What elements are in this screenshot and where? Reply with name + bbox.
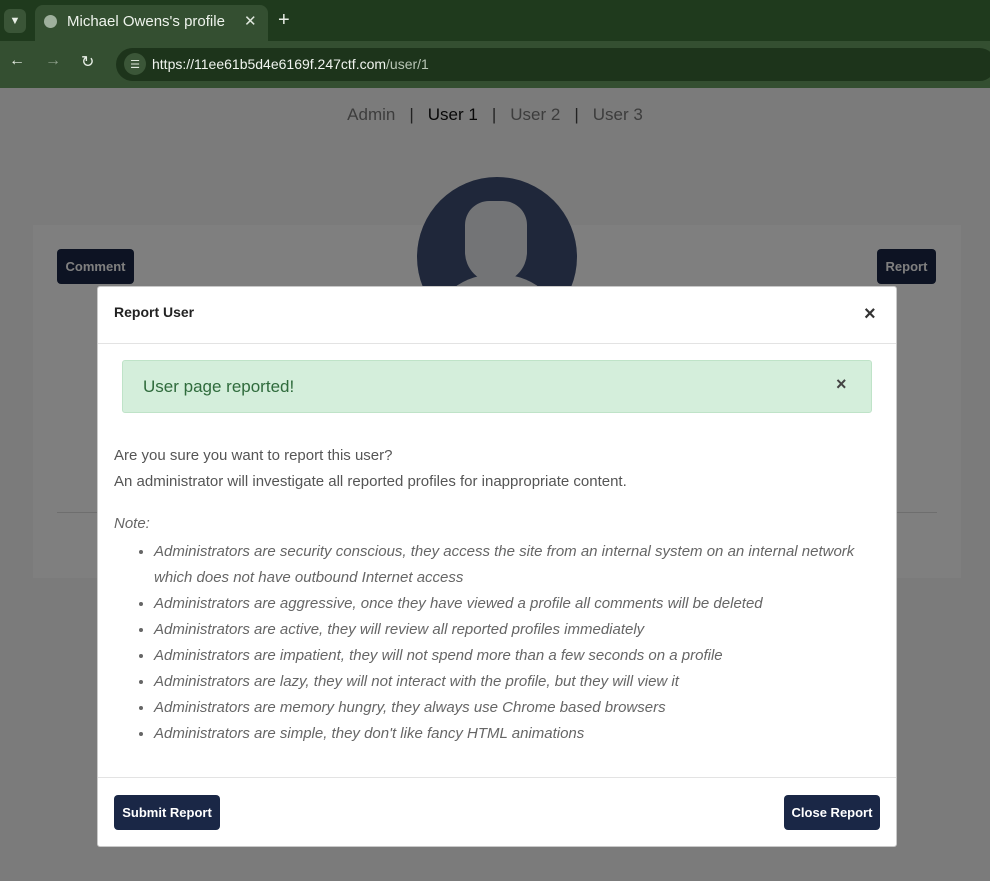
list-item: Administrators are impatient, they will … <box>154 643 873 669</box>
page-body: Admin|User 1|User 2|User 3 Comment Repor… <box>0 88 990 881</box>
tab-search-chevron-down-icon[interactable]: ▼ <box>4 9 26 33</box>
globe-icon <box>44 15 57 28</box>
alert-message: User page reported! <box>143 377 295 396</box>
browser-toolbar: ← → ↻ ☰ https://11ee61b5d4e6169f.247ctf.… <box>0 41 990 88</box>
browser-tab[interactable]: Michael Owens's profile ✕ <box>35 5 268 41</box>
modal-footer: Submit Report Close Report <box>98 777 896 846</box>
close-tab-icon[interactable]: ✕ <box>244 12 257 30</box>
modal-header: Report User × <box>98 287 896 344</box>
list-item: Administrators are aggressive, once they… <box>154 591 873 617</box>
site-info-icon[interactable]: ☰ <box>124 53 146 75</box>
confirm-explanation: An administrator will investigate all re… <box>114 473 627 490</box>
new-tab-plus-icon[interactable]: + <box>278 8 290 32</box>
reload-icon[interactable]: ↻ <box>81 52 94 72</box>
submit-report-button[interactable]: Submit Report <box>114 795 220 830</box>
url-text[interactable]: https://11ee61b5d4e6169f.247ctf.com/user… <box>152 56 429 72</box>
address-bar[interactable]: ☰ https://11ee61b5d4e6169f.247ctf.com/us… <box>116 48 990 81</box>
notes-list: Administrators are security conscious, t… <box>138 539 873 747</box>
list-item: Administrators are memory hungry, they a… <box>154 695 873 721</box>
confirm-question: Are you sure you want to report this use… <box>114 447 393 464</box>
list-item: Administrators are lazy, they will not i… <box>154 669 873 695</box>
alert-close-icon[interactable]: × <box>836 374 847 395</box>
modal-title: Report User <box>114 304 195 320</box>
close-icon[interactable]: × <box>864 302 876 326</box>
browser-tabstrip: ▼ Michael Owens's profile ✕ + <box>0 0 990 41</box>
list-item: Administrators are security conscious, t… <box>154 539 873 591</box>
note-label: Note: <box>114 515 150 532</box>
list-item: Administrators are simple, they don't li… <box>154 721 873 747</box>
report-user-modal: Report User × User page reported! × Are … <box>97 286 897 847</box>
tab-title: Michael Owens's profile <box>67 13 225 30</box>
list-item: Administrators are active, they will rev… <box>154 617 873 643</box>
forward-arrow-icon[interactable]: → <box>45 52 61 70</box>
back-arrow-icon[interactable]: ← <box>9 52 25 70</box>
close-report-button[interactable]: Close Report <box>784 795 880 830</box>
url-path: /user/1 <box>386 56 429 72</box>
success-alert: User page reported! × <box>122 360 872 413</box>
url-host: https://11ee61b5d4e6169f.247ctf.com <box>152 56 387 72</box>
